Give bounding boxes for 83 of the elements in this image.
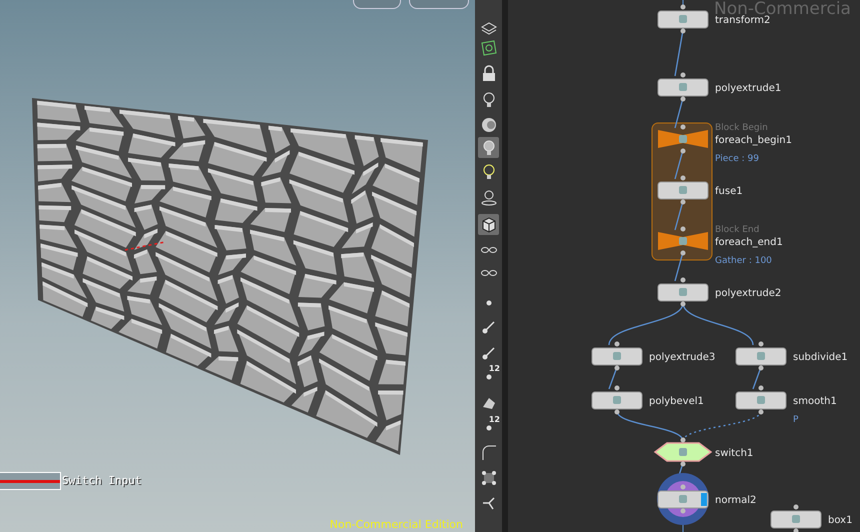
cube-icon <box>480 216 498 234</box>
node[interactable] <box>592 392 642 410</box>
node[interactable] <box>658 182 708 200</box>
output-port[interactable] <box>680 302 686 306</box>
output-port[interactable] <box>758 366 764 370</box>
block-caption: Block End <box>715 225 760 235</box>
input-port[interactable] <box>614 386 620 390</box>
output-port[interactable] <box>680 96 686 102</box>
light-tool[interactable] <box>478 137 499 158</box>
node[interactable] <box>592 348 642 366</box>
node-name: polyextrude2 <box>715 288 782 299</box>
node[interactable] <box>658 232 708 250</box>
block-caption: Block Begin <box>715 123 768 133</box>
node-name: polyextrude3 <box>649 352 716 363</box>
node-info: Piece : 99 <box>715 154 759 164</box>
node-icon <box>679 448 687 456</box>
input-port[interactable] <box>680 4 686 10</box>
face-number-tool[interactable]: 12 <box>478 417 499 438</box>
input-port[interactable] <box>680 438 686 442</box>
node[interactable] <box>658 10 708 28</box>
output-port[interactable] <box>614 410 620 414</box>
output-port[interactable] <box>680 250 686 256</box>
output-port[interactable] <box>680 28 686 34</box>
output-port[interactable] <box>794 528 798 532</box>
snap-icon <box>480 38 498 56</box>
handles-icon <box>480 468 498 486</box>
node-icon <box>792 515 800 523</box>
node-icon <box>679 288 687 296</box>
number-tool[interactable]: 12 <box>478 366 499 387</box>
input-port[interactable] <box>680 176 686 180</box>
input-port[interactable] <box>794 504 798 510</box>
node-name: smooth1 <box>793 396 837 407</box>
input-port[interactable] <box>680 278 686 282</box>
node-info: Gather : 100 <box>715 256 772 266</box>
node[interactable] <box>770 510 822 528</box>
node-name: fuse1 <box>715 186 743 197</box>
cube-tool[interactable] <box>478 214 499 235</box>
node-icon <box>757 396 765 404</box>
node-icon <box>679 237 687 245</box>
node[interactable] <box>658 130 708 148</box>
node-icon <box>613 352 621 360</box>
curve-icon <box>480 444 498 462</box>
node-name: box1 <box>828 515 852 526</box>
glasses-icon <box>480 246 496 252</box>
switch-input-handle[interactable] <box>0 472 61 490</box>
node[interactable] <box>658 78 708 96</box>
output-port[interactable] <box>758 410 764 414</box>
node[interactable] <box>654 442 712 462</box>
node[interactable] <box>736 348 786 366</box>
node-name: polyextrude1 <box>715 83 782 94</box>
node[interactable] <box>658 284 708 302</box>
node-icon <box>679 15 687 23</box>
input-port[interactable] <box>680 72 686 78</box>
output-port[interactable] <box>614 366 620 370</box>
node-name: switch1 <box>715 448 754 459</box>
number-label: 12 <box>488 415 500 424</box>
node-icon <box>679 135 687 143</box>
output-port[interactable] <box>680 462 686 466</box>
output-port[interactable] <box>680 148 686 154</box>
node-name: subdivide1 <box>793 352 848 363</box>
node-info: P <box>793 415 798 425</box>
edition-label: Non-Commercial Edition <box>330 518 463 531</box>
number-label: 12 <box>488 364 500 373</box>
switch-input-label: Switch Input <box>62 474 142 487</box>
node-name: normal2 <box>715 495 756 506</box>
node-name: foreach_end1 <box>715 237 783 248</box>
node-name: foreach_begin1 <box>715 135 792 146</box>
input-port[interactable] <box>758 386 764 390</box>
input-port[interactable] <box>614 342 620 346</box>
input-port[interactable] <box>758 342 764 346</box>
input-port[interactable] <box>680 226 686 232</box>
node-icon <box>613 396 621 404</box>
node-icon <box>679 83 687 91</box>
node[interactable] <box>736 392 786 410</box>
input-port[interactable] <box>680 484 686 490</box>
input-port[interactable] <box>680 124 686 130</box>
node-icon <box>757 352 765 360</box>
env-light-icon <box>480 116 498 134</box>
output-port[interactable] <box>680 200 686 204</box>
point-icon <box>486 300 492 306</box>
node-icon <box>679 495 687 503</box>
node-icon <box>679 186 687 194</box>
node-name: polybevel1 <box>649 396 704 407</box>
